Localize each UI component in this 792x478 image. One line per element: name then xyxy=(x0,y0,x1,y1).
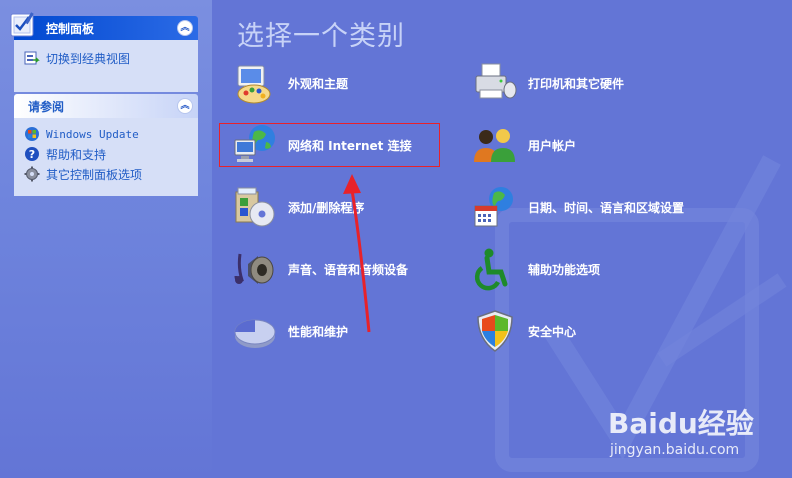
switch-classic-view-link[interactable]: 切换到经典视图 xyxy=(24,48,188,68)
category-label: 辅助功能选项 xyxy=(528,262,601,277)
category-add-remove-programs[interactable]: 添加/删除程序 xyxy=(232,182,364,232)
gear-icon xyxy=(24,166,40,182)
category-label: 用户帐户 xyxy=(528,138,577,153)
highlight-box xyxy=(219,123,440,167)
category-label: 安全中心 xyxy=(528,324,577,339)
category-performance-maintenance[interactable]: 性能和维护 xyxy=(232,306,348,356)
category-label: 外观和主题 xyxy=(288,76,349,91)
control-panel-title: 控制面板 xyxy=(46,22,95,36)
speaker-icon xyxy=(234,253,274,284)
svg-text:?: ? xyxy=(29,148,35,161)
switch-view-icon xyxy=(24,51,40,65)
see-also-label: 帮助和支持 xyxy=(46,147,107,162)
see-also-item-other-options[interactable]: 其它控制面板选项 xyxy=(24,164,188,184)
windows-update-icon xyxy=(25,127,39,141)
date-globe-icon xyxy=(474,187,513,227)
control-panel-body: 切换到经典视图 xyxy=(14,40,198,92)
category-appearance[interactable]: 外观和主题 xyxy=(232,58,348,108)
see-also-box: 请参阅 ︽ Windows Update ? 帮助和支持 其它控制面板选项 xyxy=(14,94,198,196)
help-icon: ? xyxy=(25,147,39,161)
see-also-title: 请参阅 xyxy=(28,100,65,114)
control-panel-box: 控制面板 ︽ 切换到经典视图 xyxy=(10,12,198,92)
see-also-item-windows-update[interactable]: Windows Update xyxy=(24,124,188,144)
category-label: 性能和维护 xyxy=(288,324,349,339)
page-title: 选择一个类别 xyxy=(237,21,405,52)
task-pane: 控制面板 ︽ 切换到经典视图 请参阅 ︽ Windows Update ? 帮助… xyxy=(0,0,212,478)
control-panel-header[interactable]: 控制面板 ︽ xyxy=(10,12,198,40)
add-remove-programs-icon xyxy=(235,187,275,227)
appearance-palette-icon xyxy=(237,65,271,104)
category-label: 声音、语音和音频设备 xyxy=(288,262,409,277)
control-panel-icon xyxy=(10,12,34,37)
switch-classic-view-label: 切换到经典视图 xyxy=(46,51,131,66)
collapse-see-also-button[interactable]: ︽ xyxy=(177,98,193,114)
accessibility-icon xyxy=(474,248,508,291)
category-security-center[interactable]: 安全中心 xyxy=(472,306,576,356)
see-also-label: Windows Update xyxy=(46,127,139,141)
baidu-url: jingyan.baidu.com xyxy=(610,442,740,458)
category-label: 打印机和其它硬件 xyxy=(528,76,625,91)
see-also-header[interactable]: 请参阅 ︽ xyxy=(14,94,198,118)
category-printers[interactable]: 打印机和其它硬件 xyxy=(472,58,624,108)
printer-icon xyxy=(475,63,517,99)
baidu-logo: Baidu经验 xyxy=(608,407,754,440)
category-user-accounts[interactable]: 用户帐户 xyxy=(472,120,576,170)
collapse-control-panel-button[interactable]: ︽ xyxy=(177,20,193,36)
security-shield-icon xyxy=(477,310,513,352)
category-accessibility[interactable]: 辅助功能选项 xyxy=(472,244,600,294)
category-date-time-language[interactable]: 日期、时间、语言和区域设置 xyxy=(472,182,684,232)
users-icon xyxy=(474,129,515,162)
baidu-watermark: Baidu经验 jingyan.baidu.com xyxy=(608,402,754,458)
see-also-body: Windows Update ? 帮助和支持 其它控制面板选项 xyxy=(14,118,198,196)
category-label: 日期、时间、语言和区域设置 xyxy=(528,200,685,215)
performance-pie-icon xyxy=(234,319,276,348)
see-also-label: 其它控制面板选项 xyxy=(46,167,143,182)
category-sounds-audio[interactable]: 声音、语音和音频设备 xyxy=(232,244,408,294)
category-label: 添加/删除程序 xyxy=(288,200,365,215)
see-also-item-help[interactable]: ? 帮助和支持 xyxy=(24,144,188,164)
